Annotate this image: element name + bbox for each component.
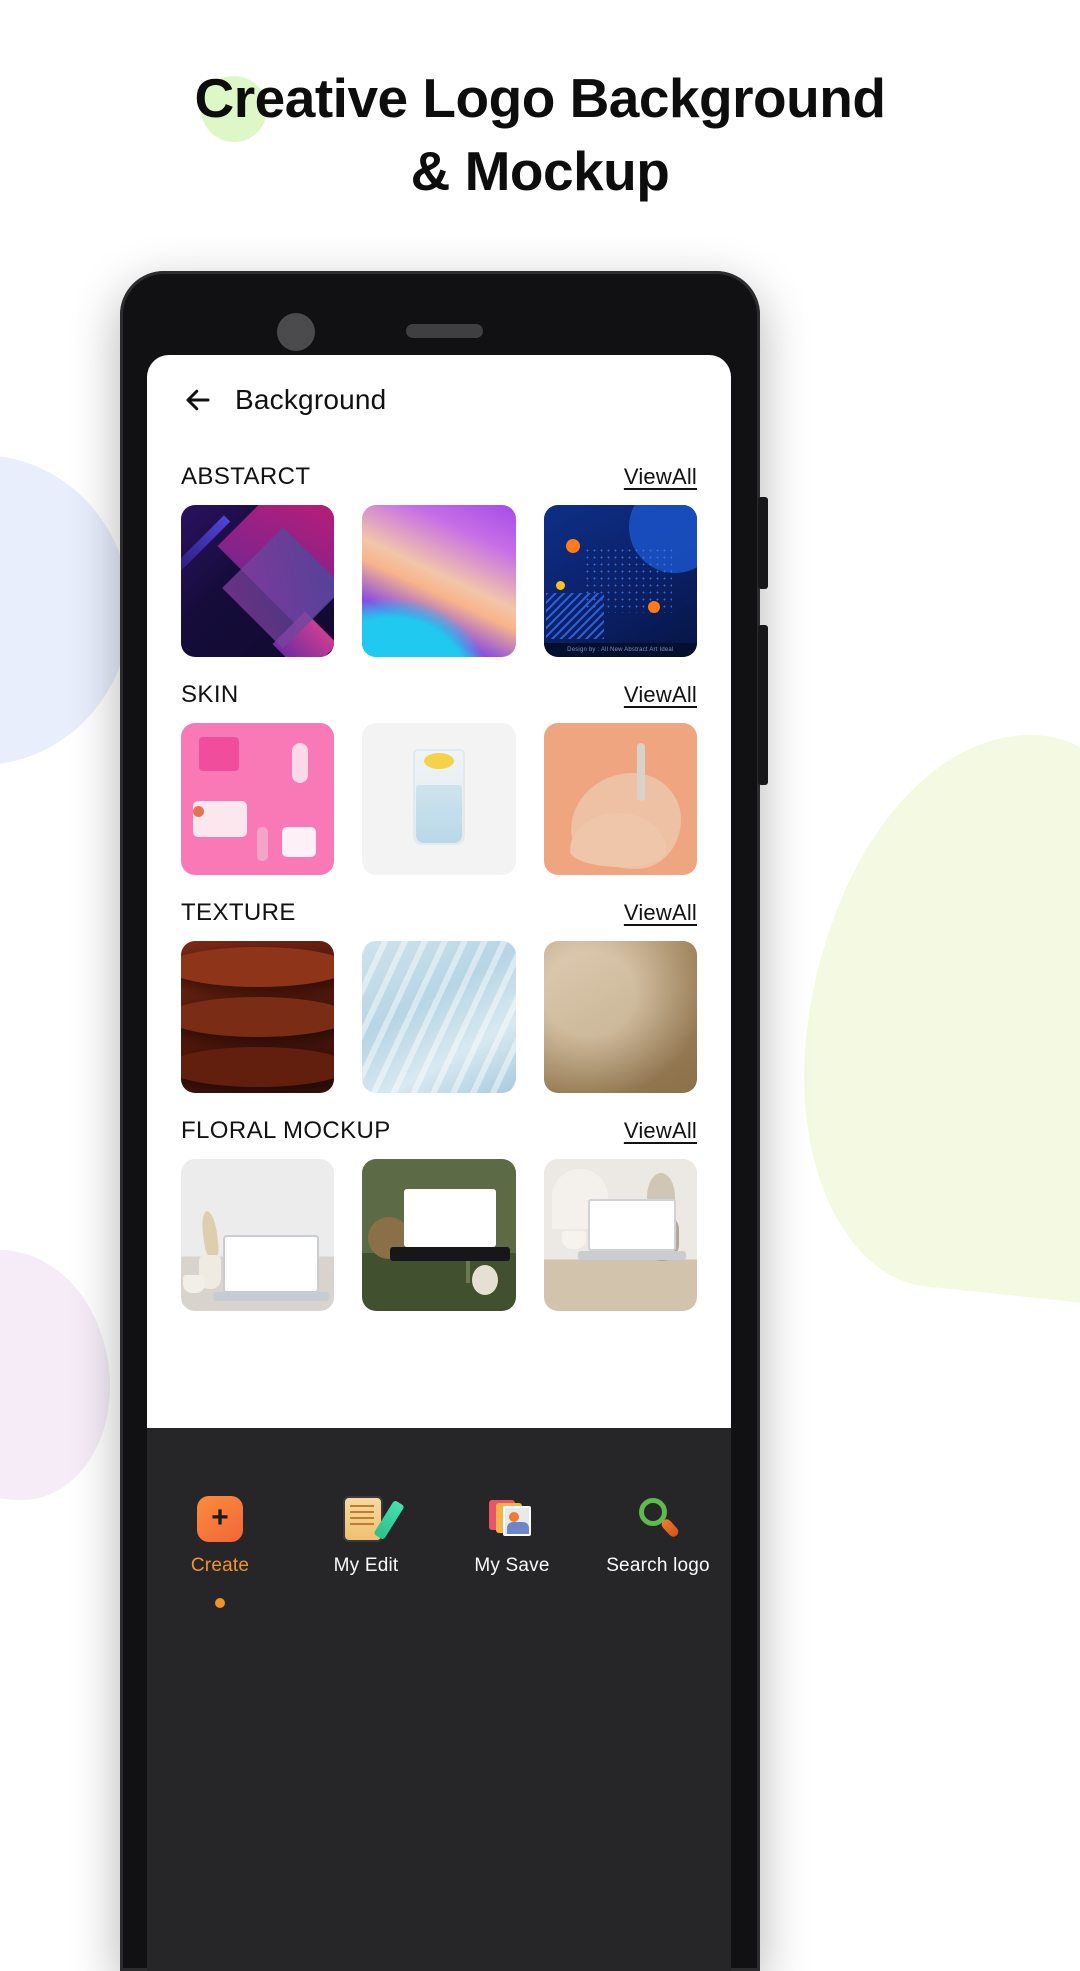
cosmetic-box: [199, 737, 239, 771]
nav-label-my-edit: My Edit: [333, 1555, 399, 1576]
cup-shape: [183, 1275, 205, 1293]
nav-item-my-edit[interactable]: My Edit: [306, 1496, 426, 1577]
power-button[interactable]: [758, 497, 768, 589]
nav-label-search-logo: Search logo: [606, 1555, 710, 1576]
plus-square-icon: +: [197, 1496, 243, 1542]
section-title: SKIN: [181, 681, 239, 708]
orange-dot: [565, 539, 580, 553]
orange-dot-2: [647, 601, 660, 613]
nav-label-my-save: My Save: [474, 1555, 550, 1576]
bottom-navigation-bar: + Create My Edit My Save Search logo: [147, 1428, 731, 1971]
thumbnail-laptop-beige-shelf[interactable]: [543, 1159, 697, 1311]
thumbnail-pink-cosmetics-flatlay[interactable]: [181, 723, 335, 875]
page-title: Background: [235, 384, 387, 415]
lemon-slice: [423, 753, 454, 769]
phone-top-bezel: [120, 271, 760, 355]
thumbnail-dark-wood-grain[interactable]: [181, 941, 335, 1093]
lipstick: [257, 827, 268, 861]
thumbnail-beige-parchment[interactable]: [543, 941, 697, 1093]
cosmetic-jar: [282, 827, 317, 857]
streak-shape-2: [272, 611, 335, 657]
wood-wave-1: [181, 947, 335, 987]
section-title: FLORAL MOCKUP: [181, 1117, 391, 1144]
section-header: TEXTURE ViewAll: [181, 881, 697, 941]
laptop-base: [577, 1251, 686, 1260]
earpiece-speaker-icon: [406, 324, 483, 338]
nav-label-create: Create: [190, 1555, 250, 1576]
cup-shape: [561, 1231, 586, 1249]
thumbnail-light-blue-fabric[interactable]: [362, 941, 516, 1093]
thumb-row: [181, 1159, 697, 1311]
nav-item-search-logo[interactable]: Search logo: [598, 1496, 718, 1577]
thumbnail-laptop-green-backdrop[interactable]: [362, 1159, 516, 1311]
view-all-link-texture[interactable]: ViewAll: [624, 900, 697, 926]
nav-item-my-save[interactable]: My Save: [452, 1496, 572, 1577]
headline-text: Creative Logo Background & Mockup: [195, 62, 886, 207]
laptop-screen: [587, 1199, 676, 1251]
edit-pencil-icon: [343, 1496, 389, 1542]
thumbnail-laptop-white-desk[interactable]: [181, 1159, 335, 1311]
section-floral-mockup: FLORAL MOCKUP ViewAll: [147, 1099, 731, 1311]
section-title: ABSTARCT: [181, 463, 311, 490]
thumbnail-abstract-blue-dots[interactable]: Design by : All New Abstract Art Ideal: [543, 505, 697, 657]
cosmetic-tube: [292, 743, 309, 783]
dropper-shape: [636, 743, 645, 801]
thumbnail-serum-dropper-hand[interactable]: [543, 723, 697, 875]
magnifier-icon: [635, 1496, 681, 1542]
headline-line-2: & Mockup: [410, 139, 670, 202]
nav-item-create[interactable]: + Create: [160, 1496, 280, 1608]
volume-button[interactable]: [758, 625, 768, 785]
thumb-row: [181, 723, 697, 875]
view-all-link-abstarct[interactable]: ViewAll: [624, 464, 697, 490]
promo-headline: Creative Logo Background & Mockup: [0, 0, 1080, 207]
back-arrow-icon[interactable]: [181, 383, 215, 417]
section-abstarct: ABSTARCT ViewAll Design by : All New Abs…: [147, 445, 731, 657]
thumb-row: Design by : All New Abstract Art Ideal: [181, 505, 697, 657]
thumbnail-abstract-gradient-wave[interactable]: [362, 505, 516, 657]
section-header: FLORAL MOCKUP ViewAll: [181, 1099, 697, 1159]
makeup-palette: [193, 801, 247, 837]
wood-wave-2: [181, 997, 335, 1037]
stripe-shape: [545, 593, 604, 639]
view-all-link-skin[interactable]: ViewAll: [624, 682, 697, 708]
wood-wave-3: [181, 1047, 335, 1087]
green-blob-shape: [781, 714, 1080, 1306]
headline-line-1: Creative Logo Background: [194, 67, 886, 129]
section-skin: SKIN ViewAll: [147, 663, 731, 875]
purple-blob-shape: [0, 1250, 110, 1500]
laptop-base: [390, 1247, 511, 1261]
thumbnail-abstract-geometric-purple[interactable]: [181, 505, 335, 657]
saved-images-icon: [489, 1496, 535, 1542]
blue-blob-shape: [0, 455, 130, 765]
decor-ball: [471, 1265, 498, 1295]
active-indicator-dot: [215, 1598, 225, 1608]
section-header: ABSTARCT ViewAll: [181, 445, 697, 505]
thumbnail-credit: Design by : All New Abstract Art Ideal: [543, 643, 697, 657]
water-shape: [415, 785, 462, 843]
section-title: TEXTURE: [181, 899, 296, 926]
app-bar: Background: [147, 355, 731, 445]
view-all-link-floral-mockup[interactable]: ViewAll: [624, 1118, 697, 1144]
thumbnail-lemon-water-glass[interactable]: [362, 723, 516, 875]
front-camera-icon: [277, 313, 315, 351]
phone-mockup: Background ABSTARCT ViewAll Design by: …: [120, 271, 768, 1971]
laptop-screen: [404, 1189, 497, 1247]
section-header: SKIN ViewAll: [181, 663, 697, 723]
phone-screen: Background ABSTARCT ViewAll Design by: …: [147, 355, 731, 1428]
laptop-screen: [223, 1235, 319, 1293]
streak-shape: [181, 515, 231, 577]
section-texture: TEXTURE ViewAll: [147, 881, 731, 1093]
yellow-dot: [555, 581, 565, 590]
laptop-base: [213, 1292, 329, 1301]
thumb-row: [181, 941, 697, 1093]
pampas-grass: [199, 1210, 221, 1258]
